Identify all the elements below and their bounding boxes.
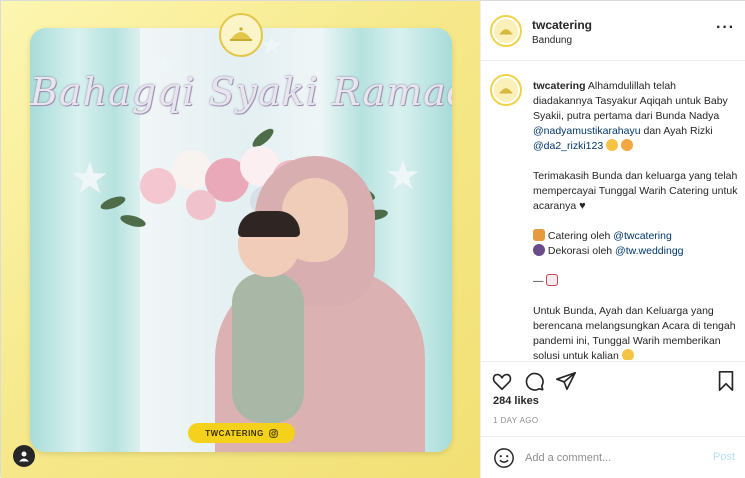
emoji-picker-icon[interactable]	[493, 447, 515, 469]
baby-hair	[238, 211, 300, 237]
comment-icon[interactable]	[523, 370, 545, 392]
black-heart-icon: ♥	[579, 200, 586, 212]
post-image[interactable]: ★ ★ ★ ★ Bahagqi Syaki Ramadhan	[1, 1, 480, 478]
hugging-face-emoji-icon	[621, 139, 634, 151]
smiling-face-emoji-icon	[606, 139, 619, 151]
caption-decoration-line: Dekorasi oleh	[547, 245, 616, 257]
caption-text: twcatering Alhamdulillah telah diadakann…	[533, 79, 738, 360]
heart-icon[interactable]	[491, 370, 513, 392]
handle-pill-text: TWCATERING	[205, 428, 264, 438]
share-icon[interactable]	[555, 370, 577, 392]
caption-dash: —	[533, 275, 544, 287]
user-tag-icon	[19, 451, 29, 462]
action-bar	[481, 361, 745, 397]
caption-username[interactable]: twcatering	[533, 80, 586, 92]
photo-frame: ★ ★ ★ ★ Bahagqi Syaki Ramadhan	[30, 28, 452, 452]
star-decoration: ★	[385, 154, 421, 198]
name-banner: Bahagqi Syaki Ramadhan	[30, 70, 452, 114]
post-header: twcatering Bandung ···	[481, 1, 745, 61]
bookmark-icon[interactable]	[715, 370, 737, 392]
smiling-face-emoji-icon	[621, 349, 634, 360]
avatar[interactable]	[490, 15, 522, 47]
comment-input[interactable]	[525, 449, 695, 467]
avatar[interactable]	[490, 74, 522, 106]
instagram-icon	[269, 428, 278, 438]
more-options-icon[interactable]: ···	[716, 20, 735, 36]
instagram-handle-pill: TWCATERING	[188, 423, 295, 443]
post-comment-button[interactable]: Post	[713, 451, 735, 463]
mention-link[interactable]: @twcatering	[613, 230, 672, 242]
mention-link[interactable]: @da2_rizki123	[533, 140, 603, 152]
decoration-emoji-icon	[533, 244, 545, 256]
post-side-panel: twcatering Bandung ··· twcatering Alhamd…	[480, 1, 745, 478]
caption-text-2: dan Ayah Rizki	[640, 125, 713, 137]
instagram-post: ★ ★ ★ ★ Bahagqi Syaki Ramadhan	[0, 0, 745, 478]
mention-link[interactable]: @tw.weddingg	[615, 245, 683, 257]
post-timestamp[interactable]: 1 DAY AGO	[493, 416, 539, 425]
star-decoration: ★	[260, 30, 284, 60]
catering-logo-badge	[219, 13, 263, 57]
baby-figure	[232, 273, 304, 423]
caption-thanks: Terimakasih Bunda dan keluarga yang tela…	[533, 170, 738, 212]
caption-catering-line: Catering oleh	[547, 230, 614, 242]
cloche-logo-icon	[230, 27, 252, 41]
envelope-emoji-icon	[546, 274, 559, 286]
mention-link[interactable]: @nadyamustikarahayu	[533, 125, 641, 137]
cloche-logo-icon	[499, 88, 513, 94]
caption-area: twcatering Alhamdulillah telah diadakann…	[481, 62, 745, 360]
cloche-logo-icon	[499, 29, 513, 35]
likes-count[interactable]: 284 likes	[493, 395, 539, 407]
add-comment-bar: Post	[481, 436, 745, 478]
tagged-users-button[interactable]	[13, 445, 35, 467]
header-location[interactable]: Bandung	[532, 35, 572, 46]
bento-emoji-icon	[533, 229, 545, 241]
caption-closing: Untuk Bunda, Ayah dan Keluarga yang bere…	[533, 305, 736, 360]
header-username[interactable]: twcatering	[532, 18, 592, 32]
